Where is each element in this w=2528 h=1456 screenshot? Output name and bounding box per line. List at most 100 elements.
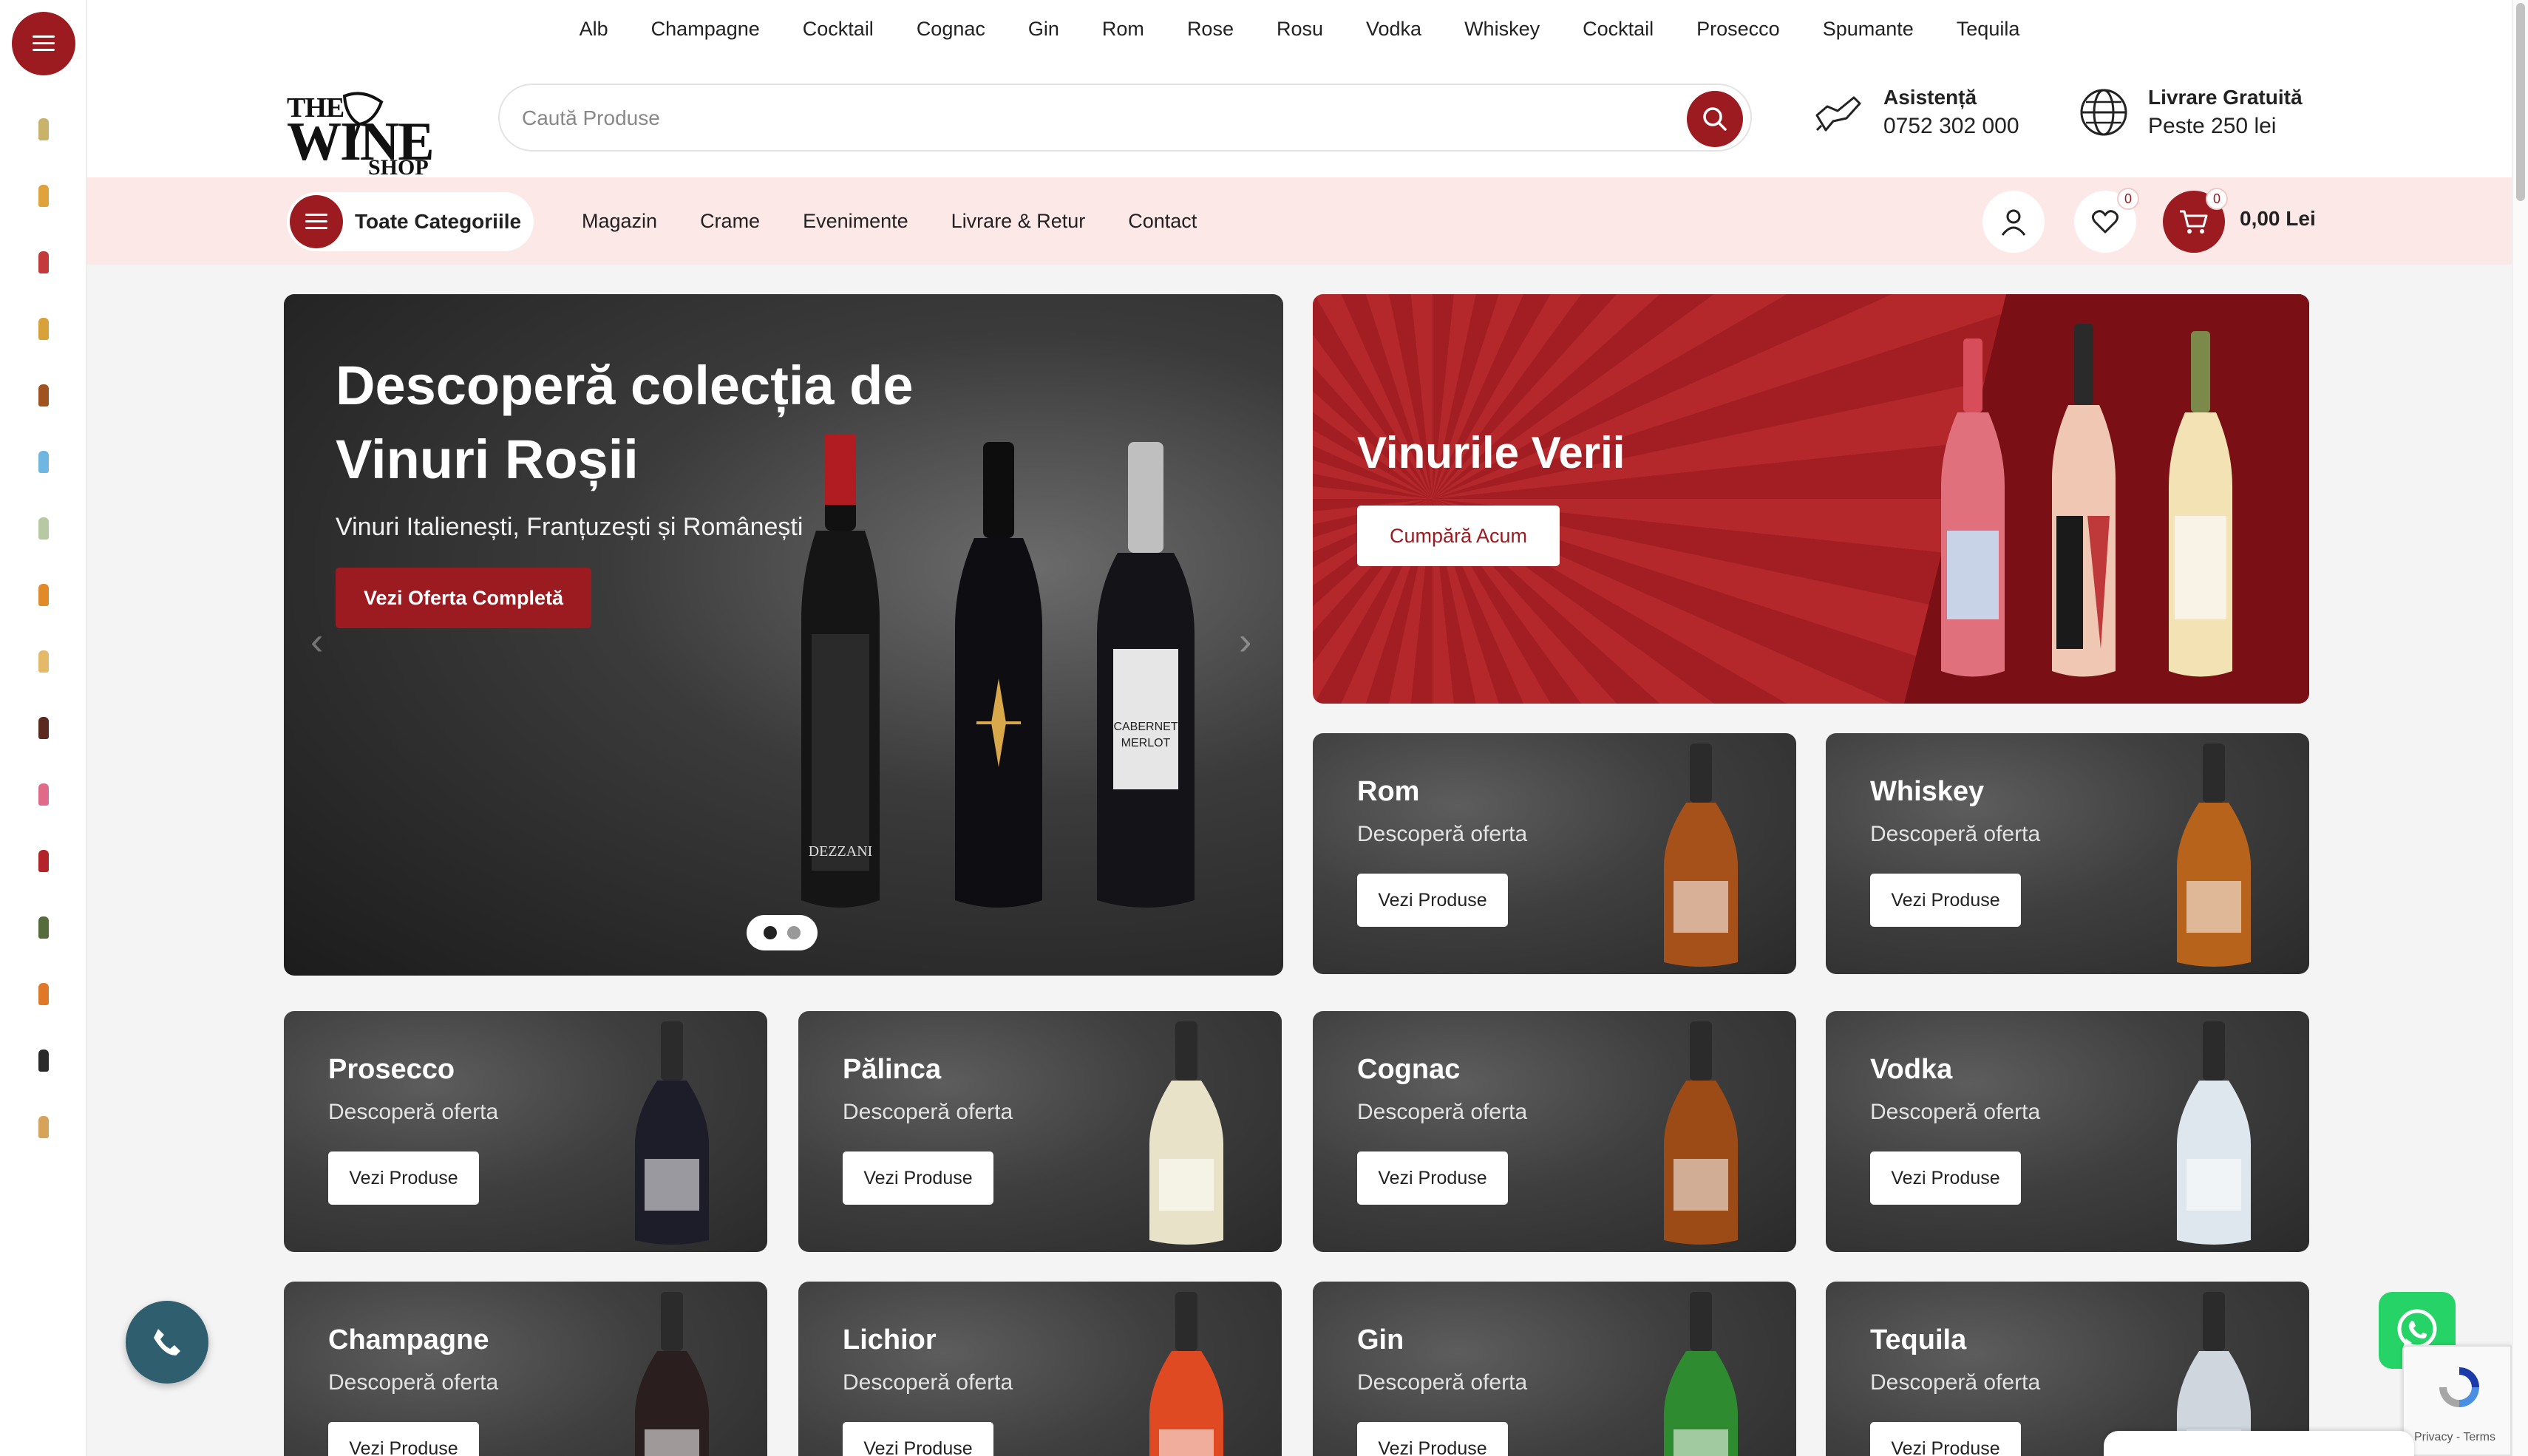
product-bottle-image — [1149, 1021, 1223, 1245]
site-logo[interactable]: THE WINE SHOP — [287, 74, 442, 180]
sidebar-category-item[interactable] — [0, 828, 87, 894]
top-category-link[interactable]: Whiskey — [1443, 18, 1561, 41]
card-title: Pălinca — [843, 1054, 942, 1085]
orange-bottle-icon — [38, 983, 49, 1005]
wishlist-count-badge: 0 — [2117, 188, 2139, 210]
all-categories-label: Toate Categoriile — [355, 210, 522, 233]
top-category-link[interactable]: Cocktail — [1561, 18, 1675, 41]
hero-cta-button[interactable]: Vezi Oferta Completă — [336, 568, 591, 628]
top-category-link[interactable]: Tequila — [1935, 18, 2042, 41]
all-categories-menu-icon — [290, 195, 343, 248]
top-category-link[interactable]: Spumante — [1801, 18, 1935, 41]
sidebar-category-item[interactable] — [0, 163, 87, 229]
sidebar-category-item[interactable] — [0, 362, 87, 429]
summer-cta-button[interactable]: Cumpără Acum — [1357, 506, 1560, 566]
category-card[interactable]: Prosecco Descoperă oferta Vezi Produse — [284, 1011, 767, 1252]
slider-next-arrow-icon[interactable]: › — [1239, 619, 1251, 664]
sidebar-category-item[interactable] — [0, 429, 87, 495]
search-bar — [498, 84, 1752, 152]
wishlist-button[interactable]: 0 — [2074, 188, 2139, 253]
black-bottle-icon — [38, 1050, 49, 1072]
search-icon — [1703, 107, 1727, 131]
search-button[interactable] — [1687, 91, 1743, 147]
page-scrollbar[interactable] — [2512, 0, 2528, 1456]
globe-icon — [2080, 89, 2127, 136]
slider-prev-arrow-icon[interactable]: ‹ — [310, 619, 323, 664]
top-category-link[interactable]: Rom — [1081, 18, 1166, 41]
top-category-link[interactable]: Rose — [1166, 18, 1255, 41]
card-subtitle: Descoperă oferta — [1870, 822, 2041, 846]
card-view-products-button[interactable]: Vezi Produse — [1870, 874, 2021, 927]
sidebar-menu-button[interactable] — [12, 12, 75, 75]
card-subtitle: Descoperă oferta — [1357, 1370, 1528, 1395]
delivery-title: Livrare Gratuită — [2148, 86, 2303, 109]
all-categories-button[interactable]: Toate Categoriile — [287, 192, 534, 251]
sidebar-category-item[interactable] — [0, 628, 87, 695]
sidebar-category-item[interactable] — [0, 961, 87, 1027]
nav-link[interactable]: Evenimente — [781, 210, 930, 233]
category-card[interactable]: Pălinca Descoperă oferta Vezi Produse — [798, 1011, 1282, 1252]
sidebar-category-item[interactable] — [0, 229, 87, 296]
sidebar-category-item[interactable] — [0, 1027, 87, 1094]
card-title: Whiskey — [1870, 776, 1985, 807]
slider-dot-2[interactable] — [787, 926, 801, 939]
category-card[interactable]: Lichior Descoperă oferta Vezi Produse — [798, 1282, 1282, 1456]
card-view-products-button[interactable]: Vezi Produse — [328, 1422, 479, 1456]
nav-link[interactable]: Livrare & Retur — [930, 210, 1107, 233]
category-card[interactable]: Rom Descoperă oferta Vezi Produse — [1313, 733, 1796, 974]
category-card[interactable]: Tequila Descoperă oferta Vezi Produse — [1826, 1282, 2309, 1456]
sidebar-category-item[interactable] — [0, 894, 87, 961]
card-title: Cognac — [1357, 1054, 1461, 1085]
sidebar-category-item[interactable] — [0, 495, 87, 562]
call-button[interactable] — [126, 1301, 208, 1384]
card-view-products-button[interactable]: Vezi Produse — [1870, 1422, 2021, 1456]
support-phone[interactable]: 0752 302 000 — [1883, 114, 2019, 139]
sidebar-category-item[interactable] — [0, 562, 87, 628]
top-category-link[interactable]: Champagne — [630, 18, 781, 41]
account-button[interactable] — [1982, 191, 2045, 253]
heart-icon — [2091, 210, 2119, 234]
support-info[interactable]: Asistență 0752 302 000 — [1811, 84, 2019, 140]
top-category-link[interactable]: Vodka — [1345, 18, 1443, 41]
sidebar-category-item[interactable] — [0, 296, 87, 362]
recaptcha-badge[interactable]: Privacy - Terms — [2402, 1345, 2512, 1456]
product-bottle-image — [1664, 744, 1738, 967]
card-view-products-button[interactable]: Vezi Produse — [1870, 1151, 2021, 1205]
cart-button[interactable]: 0 — [2163, 188, 2228, 253]
nav-link[interactable]: Crame — [679, 210, 781, 233]
card-view-products-button[interactable]: Vezi Produse — [1357, 874, 1508, 927]
category-card[interactable]: Cognac Descoperă oferta Vezi Produse — [1313, 1011, 1796, 1252]
scrollbar-thumb[interactable] — [2516, 3, 2525, 201]
category-card[interactable]: Vodka Descoperă oferta Vezi Produse — [1826, 1011, 2309, 1252]
top-category-link[interactable]: Prosecco — [1675, 18, 1801, 41]
whiskey-bottle-icon — [38, 584, 49, 606]
slider-dot-1[interactable] — [764, 926, 777, 939]
summer-wines-banner[interactable]: Vinurile Verii Cumpără Acum — [1313, 294, 2309, 704]
recaptcha-terms[interactable]: Privacy - Terms — [2414, 1431, 2495, 1444]
cart-total[interactable]: 0,00 Lei — [2240, 207, 2316, 231]
top-category-link[interactable]: Cognac — [895, 18, 1007, 41]
slider-pagination — [747, 915, 818, 950]
category-card[interactable]: Gin Descoperă oferta Vezi Produse — [1313, 1282, 1796, 1456]
nav-link[interactable]: Magazin — [560, 210, 679, 233]
card-view-products-button[interactable]: Vezi Produse — [328, 1151, 479, 1205]
product-bottle-image — [2177, 744, 2251, 967]
sidebar-category-item[interactable] — [0, 1094, 87, 1160]
sidebar-category-item[interactable] — [0, 96, 87, 163]
chat-widget-tab[interactable] — [2104, 1431, 2414, 1456]
card-view-products-button[interactable]: Vezi Produse — [843, 1422, 993, 1456]
card-view-products-button[interactable]: Vezi Produse — [1357, 1151, 1508, 1205]
sidebar-category-item[interactable] — [0, 761, 87, 828]
category-card[interactable]: Whiskey Descoperă oferta Vezi Produse — [1826, 733, 2309, 974]
sidebar-category-icons — [0, 96, 87, 1160]
card-view-products-button[interactable]: Vezi Produse — [843, 1151, 993, 1205]
top-category-link[interactable]: Rosu — [1255, 18, 1345, 41]
category-card[interactable]: Champagne Descoperă oferta Vezi Produse — [284, 1282, 767, 1456]
top-category-link[interactable]: Gin — [1007, 18, 1081, 41]
sidebar-category-item[interactable] — [0, 695, 87, 761]
top-category-link[interactable]: Alb — [558, 18, 630, 41]
card-view-products-button[interactable]: Vezi Produse — [1357, 1422, 1508, 1456]
top-category-link[interactable]: Cocktail — [781, 18, 895, 41]
search-input[interactable] — [522, 101, 1631, 135]
nav-link[interactable]: Contact — [1107, 210, 1218, 233]
